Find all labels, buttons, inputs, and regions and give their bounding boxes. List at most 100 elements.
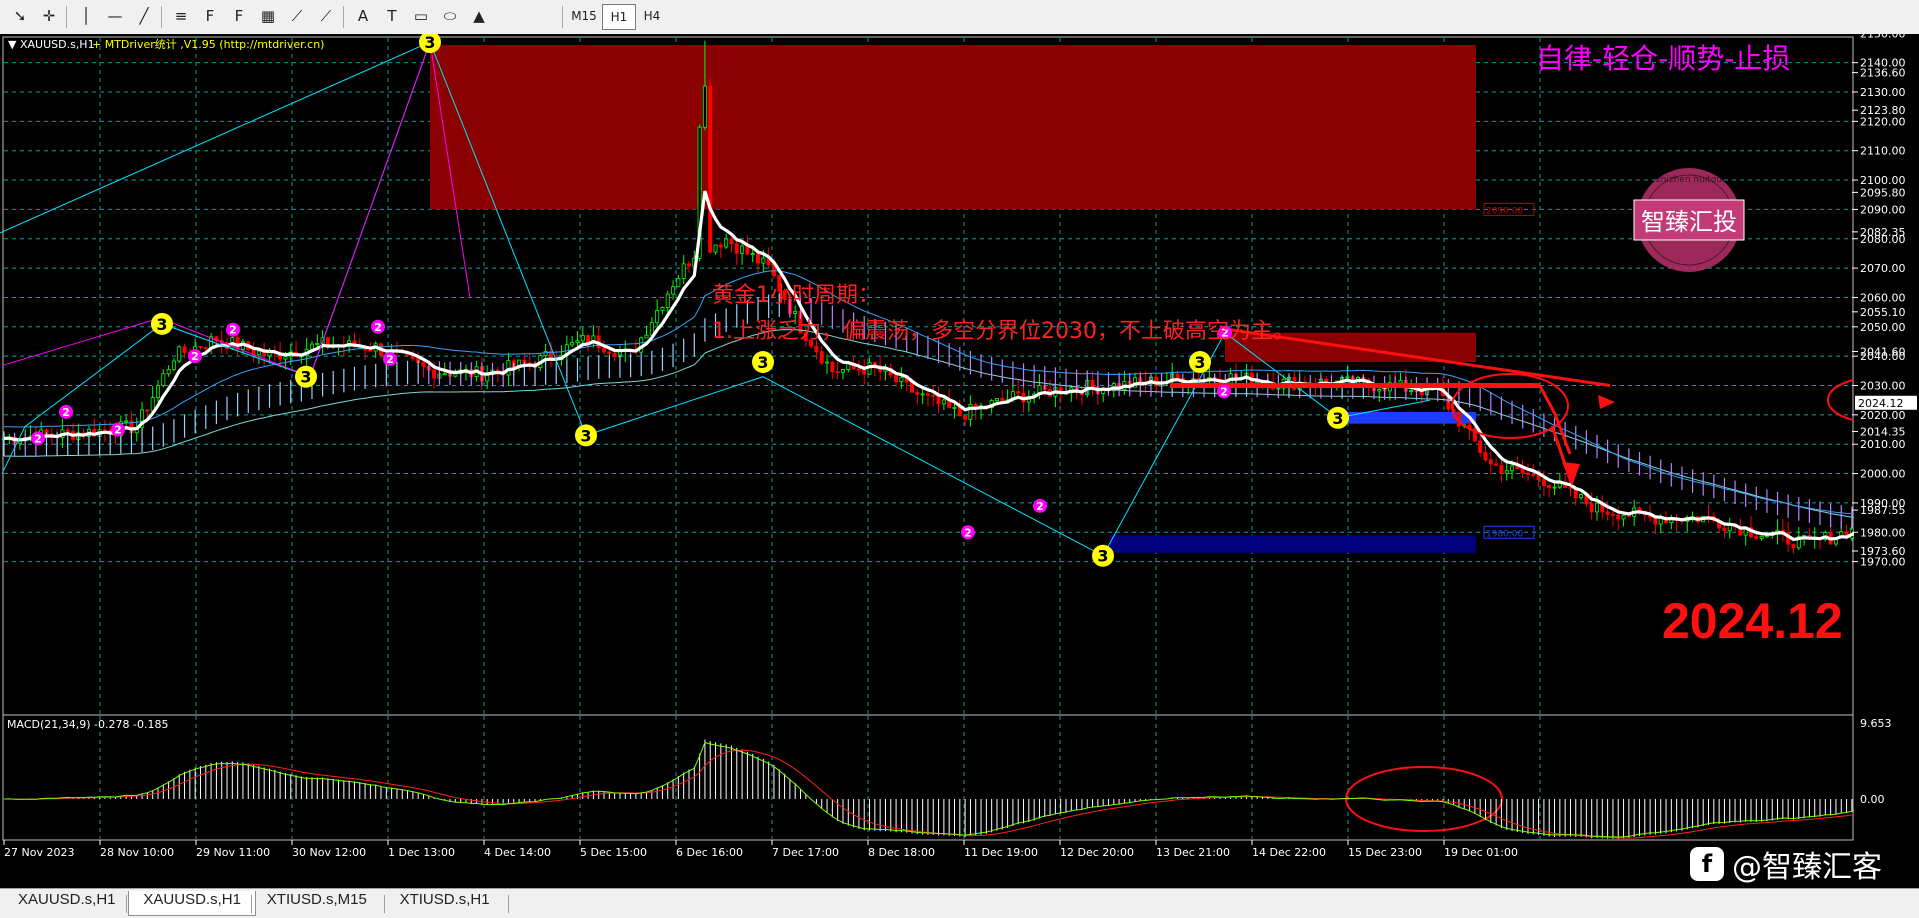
svg-text:3: 3 <box>1332 409 1343 428</box>
fibonacci-retracement-icon[interactable]: F <box>196 4 224 28</box>
timeframe-m15[interactable]: M15 <box>568 4 600 28</box>
vertical-line-icon[interactable]: │ <box>72 4 100 28</box>
svg-text:1980.00: 1980.00 <box>1860 526 1906 539</box>
price-tick: 2040.00 <box>1852 350 1906 363</box>
svg-text:8 Dec 18:00: 8 Dec 18:00 <box>868 846 935 859</box>
toolbar-separator <box>343 6 344 28</box>
toolbar-separator <box>161 6 162 28</box>
wave-label-6: 2 <box>226 322 240 337</box>
svg-text:2040.00: 2040.00 <box>1860 350 1906 363</box>
svg-text:3: 3 <box>580 426 591 445</box>
svg-text:14 Dec 22:00: 14 Dec 22:00 <box>1252 846 1326 859</box>
svg-text:3: 3 <box>156 315 167 334</box>
date-stamp: 2024.12 <box>1662 593 1843 649</box>
timeframe-h4[interactable]: H4 <box>636 4 668 28</box>
gann-fan-icon[interactable]: ⟋ <box>283 4 311 28</box>
chart-tab-1[interactable]: XAUUSD.s,H1 <box>4 891 130 915</box>
price-chart[interactable]: 2223223223332232323 2150.002140.002136.6… <box>0 34 1919 860</box>
triangle-icon[interactable]: ▲ <box>465 4 493 28</box>
tab-separator <box>126 895 128 913</box>
svg-text:1 Dec 13:00: 1 Dec 13:00 <box>388 846 455 859</box>
svg-text:2120.00: 2120.00 <box>1860 115 1906 128</box>
indicator-label: + MTDriver统计 ,V1.95 (http://mtdriver.cn) <box>92 38 324 51</box>
tab-separator <box>508 895 509 913</box>
svg-text:2: 2 <box>1036 500 1044 513</box>
svg-text:3: 3 <box>424 34 435 52</box>
crosshair-icon[interactable]: ✛ <box>35 4 63 28</box>
svg-text:27 Nov 2023: 27 Nov 2023 <box>4 846 74 859</box>
svg-text:19 Dec 01:00: 19 Dec 01:00 <box>1444 846 1518 859</box>
zone-price-label-lower: 1980.00 <box>1486 529 1523 539</box>
wave-label-11: 3 <box>575 424 597 447</box>
price-tick: 2150.00 <box>1860 34 1906 40</box>
gann-line-icon[interactable]: ⟋ <box>312 4 340 28</box>
wave-label-19: 3 <box>1327 406 1349 429</box>
trendline-icon[interactable]: ╱ <box>130 4 158 28</box>
price-tick: 2070.00 <box>1852 262 1906 275</box>
svg-text:7 Dec 17:00: 7 Dec 17:00 <box>772 846 839 859</box>
wave-label-15: 3 <box>1092 544 1114 567</box>
svg-text:5 Dec 15:00: 5 Dec 15:00 <box>580 846 647 859</box>
svg-text:2100.00: 2100.00 <box>1860 174 1906 187</box>
svg-text:2000.00: 2000.00 <box>1860 468 1906 481</box>
svg-text:2: 2 <box>1220 385 1228 398</box>
svg-text:3: 3 <box>300 368 311 387</box>
toolbar-separator <box>562 6 563 28</box>
svg-text:2020.00: 2020.00 <box>1860 409 1906 422</box>
price-tick: 2050.00 <box>1852 321 1906 334</box>
price-tick: 2136.60 <box>1852 67 1906 80</box>
svg-text:2080.00: 2080.00 <box>1860 233 1906 246</box>
toolbar-separator <box>66 6 67 28</box>
chart-tab-2[interactable]: XAUUSD.s,H1 <box>128 891 256 916</box>
svg-text:4 Dec 14:00: 4 Dec 14:00 <box>484 846 551 859</box>
chart-tabs-bar: XAUUSD.s,H1 XAUUSD.s,H1 XTIUSD.s,M15 XTIUSD… <box>0 888 1919 918</box>
svg-text:2130.00: 2130.00 <box>1860 86 1906 99</box>
svg-text:3: 3 <box>1097 547 1108 566</box>
horizontal-line-icon[interactable]: — <box>101 4 129 28</box>
svg-text:2: 2 <box>374 321 382 334</box>
timeframe-h1[interactable]: H1 <box>602 4 636 30</box>
motto-text: 自律-轻仓-顺势-止损 <box>1536 42 1790 75</box>
macd-tick: 9.653 <box>1860 717 1892 730</box>
demand-zone <box>1110 535 1476 553</box>
current-price-marker: 2024.12 <box>1855 395 1917 410</box>
svg-text:15 Dec 23:00: 15 Dec 23:00 <box>1348 846 1422 859</box>
svg-text:2090.00: 2090.00 <box>1860 203 1906 216</box>
chart-tab-4[interactable]: XTIUSD.s,H1 <box>386 891 504 915</box>
rectangle-icon[interactable]: ▭ <box>407 4 435 28</box>
svg-text:2136.60: 2136.60 <box>1860 67 1906 80</box>
tab-separator <box>250 895 252 913</box>
svg-text:2095.80: 2095.80 <box>1860 186 1906 199</box>
equidistant-channel-icon[interactable]: ≡ <box>167 4 195 28</box>
svg-text:6 Dec 16:00: 6 Dec 16:00 <box>676 846 743 859</box>
text-label-icon[interactable]: T <box>378 4 406 28</box>
wave-label-5: 2 <box>188 349 202 364</box>
price-tick: 2080.00 <box>1852 233 1906 246</box>
svg-text:29 Nov 11:00: 29 Nov 11:00 <box>196 846 270 859</box>
price-tick: 2130.00 <box>1852 86 1906 99</box>
price-tick: 2055.10 <box>1852 306 1906 319</box>
annotation-title: 黄金1小时周期： <box>712 283 880 308</box>
price-tick: 1970.00 <box>1852 556 1906 569</box>
price-tick: 2030.00 <box>1852 380 1906 393</box>
wave-label-12: 3 <box>752 351 774 374</box>
fibonacci-fan-icon[interactable]: F <box>225 4 253 28</box>
svg-text:2060.00: 2060.00 <box>1860 291 1906 304</box>
cursor-icon[interactable]: ➘ <box>6 4 34 28</box>
chart-tab-3[interactable]: XTIUSD.s,M15 <box>253 891 381 915</box>
text-icon[interactable]: A <box>349 4 377 28</box>
ellipse-icon[interactable]: ⬭ <box>436 4 464 28</box>
gann-grid-icon[interactable]: ▦ <box>254 4 282 28</box>
svg-text:30 Nov 12:00: 30 Nov 12:00 <box>292 846 366 859</box>
wave-label-9: 2 <box>383 352 397 367</box>
svg-text:2050.00: 2050.00 <box>1860 321 1906 334</box>
svg-text:2055.10: 2055.10 <box>1860 306 1906 319</box>
watermark: f @智臻汇客 <box>1690 842 1882 886</box>
price-tick: 1987.55 <box>1852 504 1906 517</box>
symbol-label: ▼ XAUUSD.s,H1 <box>8 38 95 51</box>
macd-label: MACD(21,34,9) -0.278 -0.185 <box>7 718 168 731</box>
svg-text:2: 2 <box>62 406 70 419</box>
price-tick: 2020.00 <box>1852 409 1906 422</box>
price-tick: 2110.00 <box>1852 145 1906 158</box>
price-tick: 2000.00 <box>1852 468 1906 481</box>
